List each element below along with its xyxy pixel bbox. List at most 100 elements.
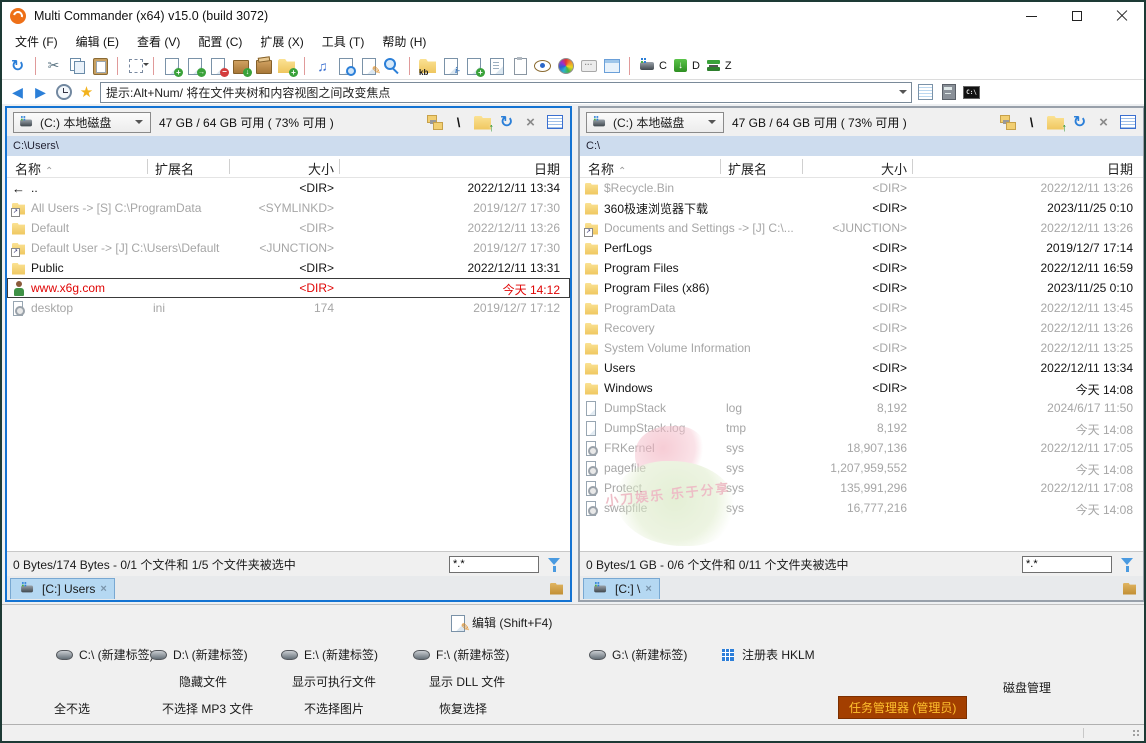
doc-info-icon[interactable] (440, 55, 461, 76)
new-tab-g-button[interactable]: G:\ (新建标签) (588, 645, 687, 664)
close-button[interactable] (1099, 2, 1144, 30)
deselect-pictures-button[interactable]: 不选择图片 (304, 700, 364, 717)
select-mode-icon[interactable] (125, 55, 146, 76)
table-row[interactable]: www.x6g.com <DIR> 今天 14:12 (7, 278, 570, 298)
table-row[interactable]: Program Files <DIR> 2022/12/11 16:59 (580, 258, 1143, 278)
new-tab-c-button[interactable]: C:\ (新建标签) (55, 645, 154, 664)
right-path-bar[interactable]: C:\ (580, 136, 1143, 156)
select-none-button[interactable]: 全不选 (54, 700, 90, 717)
copy-icon[interactable] (66, 55, 87, 76)
table-row[interactable]: pagefile sys 1,207,959,552 今天 14:08 (580, 458, 1143, 478)
hint-combobox[interactable]: 提示:Alt+Num/ 将在文件夹树和内容视图之间改变焦点 (100, 82, 912, 103)
column-size[interactable]: 大小 (308, 159, 334, 178)
favorites-icon[interactable] (77, 83, 96, 102)
drive-dropdown-icon[interactable] (131, 113, 147, 132)
hidden-files-button[interactable]: 隐藏文件 (179, 673, 227, 690)
menu-item[interactable]: 配置 (C) (189, 30, 251, 53)
show-dll-button[interactable]: 显示 DLL 文件 (429, 673, 505, 690)
folder-up-icon[interactable] (473, 113, 492, 132)
tab-c-root[interactable]: [C:] \ × (583, 578, 660, 599)
notepad-icon[interactable] (916, 83, 935, 102)
filter-input[interactable] (449, 556, 539, 573)
root-icon[interactable] (449, 113, 468, 132)
table-row[interactable]: desktop ini 174 2019/12/7 17:12 (7, 298, 570, 318)
refresh-icon[interactable] (7, 55, 28, 76)
maximize-button[interactable] (1054, 2, 1099, 30)
new-tab-e-button[interactable]: E:\ (新建标签) (280, 645, 378, 664)
doc-add-icon[interactable] (463, 55, 484, 76)
resize-grip[interactable] (1132, 729, 1141, 738)
drive-d-button[interactable]: D (670, 55, 701, 76)
table-row[interactable]: .. <DIR> 2022/12/11 13:34 (7, 178, 570, 198)
tab-close-icon[interactable]: × (100, 583, 106, 595)
show-executables-button[interactable]: 显示可执行文件 (292, 673, 376, 690)
disk-management-button[interactable]: 磁盘管理 (1003, 679, 1051, 696)
table-row[interactable]: Protect sys 135,991,296 2022/12/11 17:08 (580, 478, 1143, 498)
new-folder-icon[interactable] (276, 55, 297, 76)
table-row[interactable]: PerfLogs <DIR> 2019/12/7 17:14 (580, 238, 1143, 258)
column-name[interactable]: 名称 (15, 159, 53, 178)
filter-input[interactable] (1022, 556, 1112, 573)
table-row[interactable]: Default User -> [J] C:\Users\Default <JU… (7, 238, 570, 258)
table-row[interactable]: All Users -> [S] C:\ProgramData <SYMLINK… (7, 198, 570, 218)
right-drive-selector[interactable]: (C:) 本地磁盘 (586, 112, 724, 133)
table-row[interactable]: Default <DIR> 2022/12/11 13:26 (7, 218, 570, 238)
search-icon[interactable] (381, 55, 402, 76)
delete-file-icon[interactable] (207, 55, 228, 76)
table-row[interactable]: ProgramData <DIR> 2022/12/11 13:45 (580, 298, 1143, 318)
menu-item[interactable]: 文件 (F) (6, 30, 67, 53)
tab-close-icon[interactable]: × (645, 583, 651, 595)
drive-c-button[interactable]: C (637, 55, 668, 76)
edit-file-icon[interactable] (358, 55, 379, 76)
menu-item[interactable]: 帮助 (H) (373, 30, 435, 53)
unpack-archive-icon[interactable] (253, 55, 274, 76)
tab-list-folder-icon[interactable] (549, 581, 564, 596)
copy-file-icon[interactable] (184, 55, 205, 76)
table-row[interactable]: Documents and Settings -> [J] C:\... <JU… (580, 218, 1143, 238)
new-file-icon[interactable] (161, 55, 182, 76)
comment-icon[interactable] (578, 55, 599, 76)
color-wheel-icon[interactable] (555, 55, 576, 76)
folder-up-icon[interactable] (1046, 113, 1065, 132)
menu-item[interactable]: 扩展 (X) (251, 30, 312, 53)
refresh-panel-icon[interactable] (1070, 113, 1089, 132)
folder-tree-icon[interactable] (998, 113, 1017, 132)
edit-button[interactable]: 编辑 (Shift+F4) (448, 613, 552, 632)
deselect-mp3-button[interactable]: 不选择 MP3 文件 (162, 700, 253, 717)
table-row[interactable]: Public <DIR> 2022/12/11 13:31 (7, 258, 570, 278)
menu-item[interactable]: 查看 (V) (128, 30, 189, 53)
music-tools-icon[interactable] (312, 55, 333, 76)
filter-icon[interactable] (1118, 555, 1137, 574)
back-icon[interactable] (8, 83, 27, 102)
column-date[interactable]: 日期 (1107, 159, 1133, 178)
root-icon[interactable] (1022, 113, 1041, 132)
table-row[interactable]: DumpStack log 8,192 2024/6/17 11:50 (580, 398, 1143, 418)
view-mode-icon[interactable] (545, 113, 564, 132)
table-row[interactable]: FRKernel sys 18,907,136 2022/12/11 17:05 (580, 438, 1143, 458)
table-row[interactable]: Program Files (x86) <DIR> 2023/11/25 0:1… (580, 278, 1143, 298)
tab-c-users[interactable]: [C:] Users × (10, 578, 115, 599)
column-size[interactable]: 大小 (881, 159, 907, 178)
combobox-dropdown-icon[interactable] (895, 83, 911, 102)
drive-dropdown-icon[interactable] (704, 113, 720, 132)
folder-tree-icon[interactable] (425, 113, 444, 132)
filter-icon[interactable] (545, 555, 564, 574)
task-manager-admin-button[interactable]: 任务管理器 (管理员) (838, 696, 967, 719)
menu-item[interactable]: 编辑 (E) (67, 30, 128, 53)
restore-selection-button[interactable]: 恢复选择 (439, 700, 487, 717)
disconnect-icon[interactable] (1094, 113, 1113, 132)
regedit-hklm-button[interactable]: 注册表 HKLM (718, 645, 815, 664)
left-path-bar[interactable]: C:\Users\ (7, 136, 570, 156)
disconnect-icon[interactable] (521, 113, 540, 132)
menu-item[interactable]: 工具 (T) (313, 30, 374, 53)
table-row[interactable]: Recovery <DIR> 2022/12/11 13:26 (580, 318, 1143, 338)
history-icon[interactable] (54, 83, 73, 102)
column-ext[interactable]: 扩展名 (728, 159, 767, 178)
table-row[interactable]: System Volume Information <DIR> 2022/12/… (580, 338, 1143, 358)
doc-lines-icon[interactable] (486, 55, 507, 76)
table-row[interactable]: Users <DIR> 2022/12/11 13:34 (580, 358, 1143, 378)
kb-folder-icon[interactable]: kb (417, 55, 438, 76)
new-tab-f-button[interactable]: F:\ (新建标签) (412, 645, 509, 664)
refresh-panel-icon[interactable] (497, 113, 516, 132)
left-drive-selector[interactable]: (C:) 本地磁盘 (13, 112, 151, 133)
